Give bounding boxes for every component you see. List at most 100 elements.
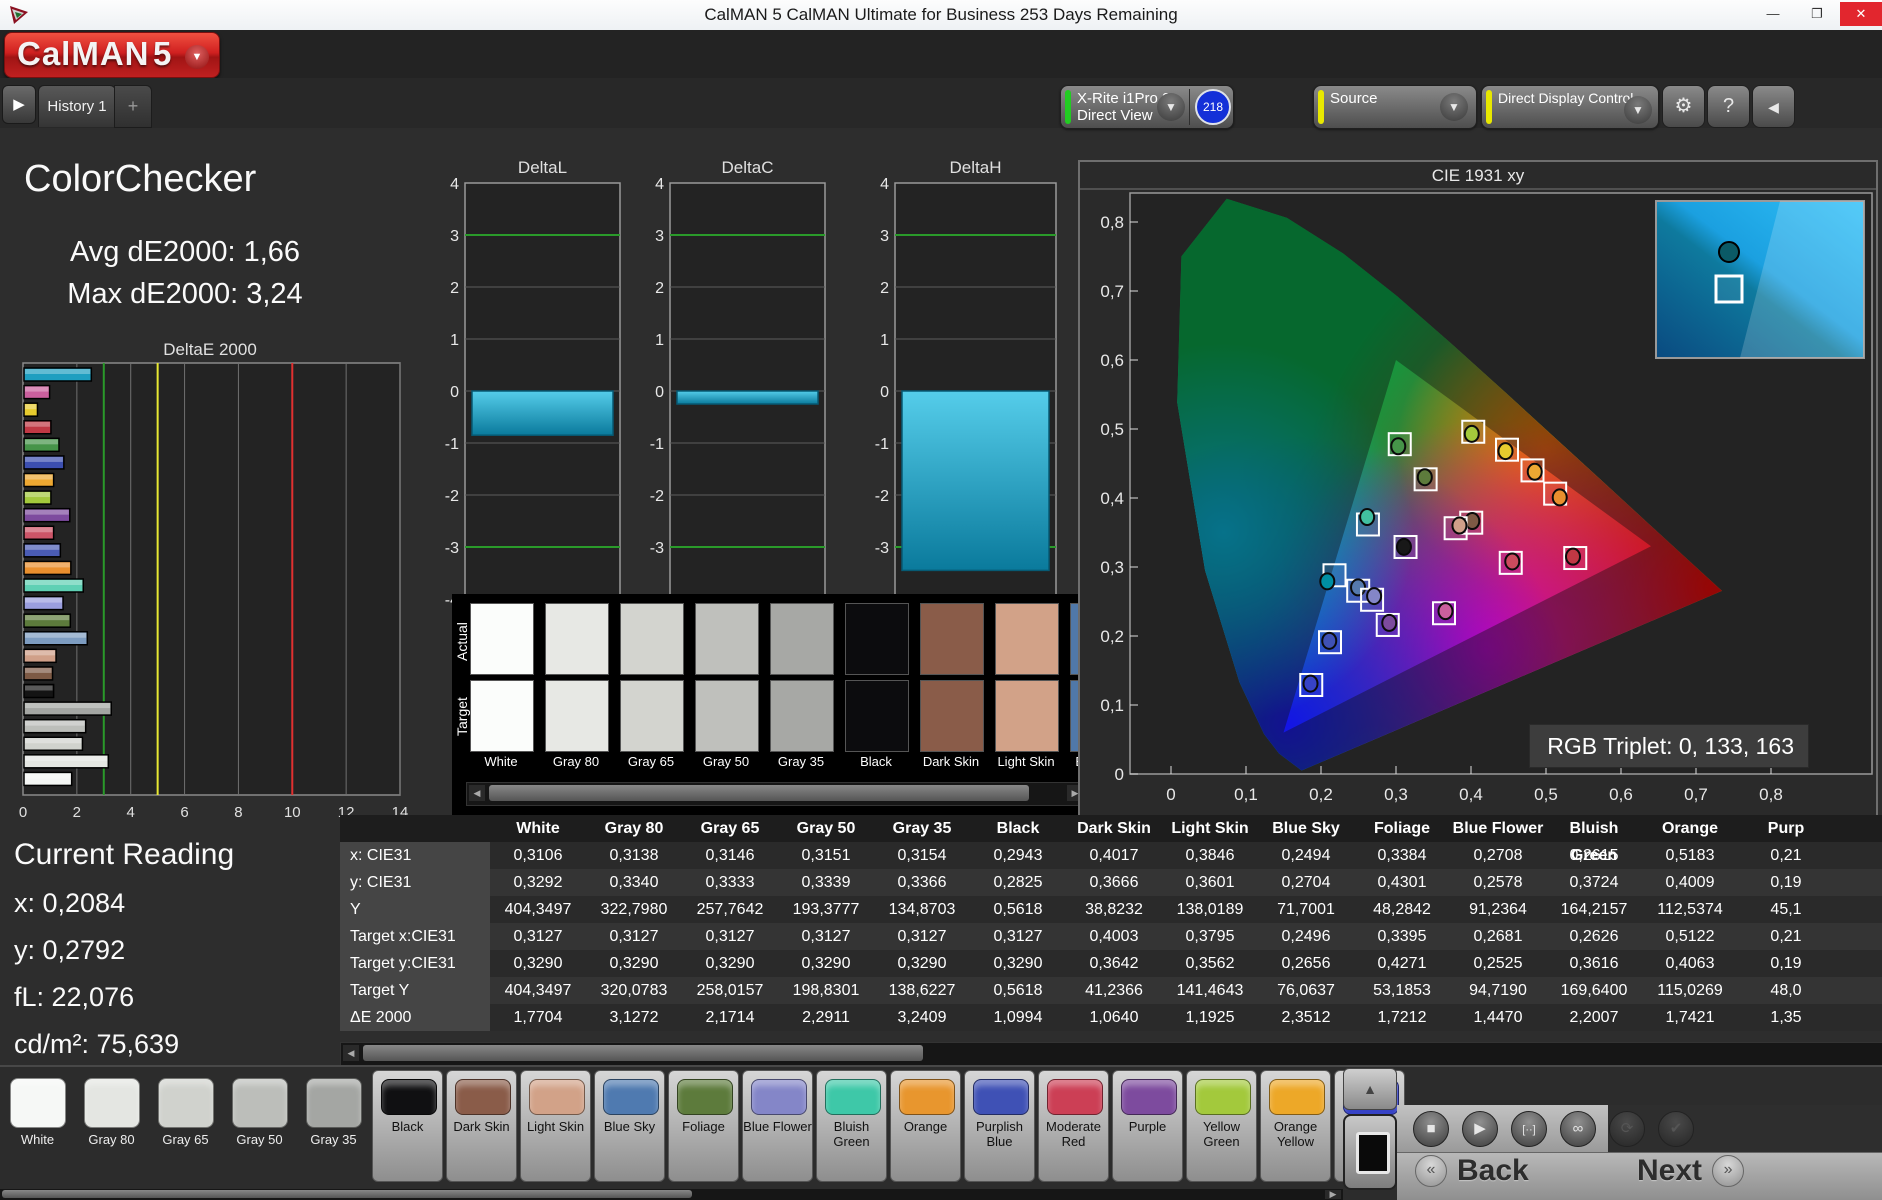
measured-marker-bluish-green	[1360, 509, 1374, 525]
patch-tile-gray-65[interactable]: Gray 65	[150, 1070, 221, 1182]
deltae-bar-chart: 02468101214	[8, 356, 428, 836]
layout-nav-icon[interactable]: ▶	[2, 85, 36, 124]
table-cell: 138,6227	[874, 977, 970, 1004]
y-tick: -1	[445, 436, 459, 453]
y-tick: -3	[875, 540, 889, 557]
row-label-target: Target	[454, 688, 470, 736]
inset-target-marker	[1716, 276, 1742, 302]
patch-tile-purplish-blue[interactable]: Purplish Blue	[964, 1070, 1035, 1182]
patch-color-chip	[455, 1079, 511, 1115]
calman-logo-menu[interactable]: CalMAN 5 ▼	[4, 32, 220, 78]
display-control-dropdown-arrow-icon[interactable]: ▼	[1624, 96, 1652, 124]
y-tick: 0	[655, 384, 664, 401]
swatch-scrollbar-thumb[interactable]	[489, 785, 1029, 801]
meter-dropdown-arrow-icon[interactable]: ▼	[1157, 93, 1185, 121]
stop-square-icon	[1356, 1132, 1390, 1174]
table-cell: 38,8232	[1066, 896, 1162, 923]
scroll-up-button[interactable]: ▲	[1343, 1068, 1397, 1110]
source-dropdown[interactable]: Source ▼	[1313, 85, 1477, 129]
table-scrollbar[interactable]: ◀	[340, 1042, 1882, 1066]
patch-tile-light-skin[interactable]: Light Skin	[520, 1070, 591, 1182]
display-control-dropdown[interactable]: Direct Display Control ▼	[1481, 85, 1659, 129]
stop-button[interactable]: ■	[1413, 1111, 1449, 1147]
patch-tile-orange-yellow[interactable]: Orange Yellow	[1260, 1070, 1331, 1182]
table-scrollbar-thumb[interactable]	[363, 1045, 923, 1061]
play-button[interactable]: ▶	[1462, 1111, 1498, 1147]
meter-dropdown[interactable]: X-Rite i1Pro 2 Direct View ▼ 218	[1060, 85, 1234, 129]
settings-button[interactable]: ⚙	[1662, 85, 1705, 128]
cie-x-tick: 0,7	[1684, 785, 1708, 804]
strip-scroll-right-icon[interactable]: ▶	[1325, 1190, 1341, 1199]
minimize-button[interactable]: —	[1752, 2, 1794, 26]
patch-tile-bluish-green[interactable]: Bluish Green	[816, 1070, 887, 1182]
refresh-button[interactable]: ⟳	[1609, 1111, 1645, 1147]
actual-swatch-white	[470, 603, 534, 675]
table-cell: 193,3777	[778, 896, 874, 923]
table-cell: 0,3616	[1546, 950, 1642, 977]
table-cell: 2,1714	[682, 1004, 778, 1031]
row-label-actual: Actual	[454, 613, 470, 661]
patch-tile-blue-flower[interactable]: Blue Flower	[742, 1070, 813, 1182]
scroll-left-icon[interactable]: ◀	[343, 1045, 359, 1061]
add-tab-button[interactable]: +	[114, 85, 152, 128]
table-cell: 404,3497	[490, 896, 586, 923]
measured-marker-moderate-red	[1505, 553, 1519, 569]
chevron-up-icon: ▲	[1363, 1081, 1377, 1097]
reading-count-badge: 218	[1195, 89, 1231, 125]
table-cell: 322,7980	[586, 896, 682, 923]
patch-tile-label: Purple	[1113, 1119, 1182, 1134]
table-cell: 1,0640	[1066, 1004, 1162, 1031]
patch-tile-moderate-red[interactable]: Moderate Red	[1038, 1070, 1109, 1182]
close-button[interactable]: ✕	[1840, 2, 1882, 26]
table-cell: 0,3724	[1546, 869, 1642, 896]
table-row-target-x-cie31: Target x:CIE310,31270,31270,31270,31270,…	[340, 923, 1882, 950]
logo-dropdown-icon[interactable]: ▼	[185, 45, 209, 69]
table-cell: 48,0	[1738, 977, 1834, 1004]
patch-tile-foliage[interactable]: Foliage	[668, 1070, 739, 1182]
patch-tile-white[interactable]: White	[2, 1070, 73, 1182]
table-cell: 71,7001	[1258, 896, 1354, 923]
row-label: ΔE 2000	[340, 1004, 490, 1031]
restore-button[interactable]: ❐	[1796, 2, 1838, 26]
accept-button[interactable]: ✔	[1658, 1111, 1694, 1147]
y-tick: -1	[650, 436, 664, 453]
strip-scrollbar[interactable]: ▶	[0, 1189, 1343, 1200]
play-icon: ▶	[1474, 1120, 1486, 1137]
source-dropdown-arrow-icon[interactable]: ▼	[1440, 93, 1468, 121]
measured-marker-yellow	[1499, 443, 1513, 459]
table-cell: 0,3642	[1066, 950, 1162, 977]
tab-history-1[interactable]: History 1	[38, 85, 116, 127]
next-button[interactable]: Next»	[1627, 1153, 1744, 1200]
step-button[interactable]: [··]	[1511, 1111, 1547, 1147]
table-cell: 1,7704	[490, 1004, 586, 1031]
table-cell: 0,3340	[586, 869, 682, 896]
patch-tile-blue-sky[interactable]: Blue Sky	[594, 1070, 665, 1182]
patch-tile-yellow-green[interactable]: Yellow Green	[1186, 1070, 1257, 1182]
cie-y-tick: 0,8	[1100, 213, 1124, 232]
actual-swatch-dark-skin	[920, 603, 984, 675]
column-header-black: Black	[970, 815, 1066, 842]
patch-tile-black[interactable]: Black	[372, 1070, 443, 1182]
swatch-scroll-left-icon[interactable]: ◀	[469, 785, 485, 801]
patch-color-chip	[306, 1078, 362, 1128]
patch-tile-gray-35[interactable]: Gray 35	[298, 1070, 369, 1182]
table-cell: 48,2842	[1354, 896, 1450, 923]
patch-tile-gray-80[interactable]: Gray 80	[76, 1070, 147, 1182]
strip-scrollbar-thumb[interactable]	[2, 1190, 692, 1198]
collapse-panel-button[interactable]: ◀	[1752, 85, 1795, 128]
transport-bar: ■ ▶ [··] ∞ ⟳ ✔	[1397, 1105, 1882, 1152]
help-button[interactable]: ?	[1707, 85, 1750, 128]
patch-tile-orange[interactable]: Orange	[890, 1070, 961, 1182]
cie-y-tick: 0,1	[1100, 696, 1124, 715]
table-cell: 0,3339	[778, 869, 874, 896]
loop-button[interactable]: ∞	[1560, 1111, 1596, 1147]
patch-tile-dark-skin[interactable]: Dark Skin	[446, 1070, 517, 1182]
patch-tile-purple[interactable]: Purple	[1112, 1070, 1183, 1182]
y-tick: 0	[450, 384, 459, 401]
column-header-foliage: Foliage	[1354, 815, 1450, 842]
stop-large-button[interactable]	[1343, 1114, 1397, 1190]
back-button[interactable]: «Back	[1415, 1153, 1539, 1200]
patch-tile-gray-50[interactable]: Gray 50	[224, 1070, 295, 1182]
swatch-scrollbar[interactable]: ◀▶	[466, 782, 1086, 806]
row-label: Target Y	[340, 977, 490, 1004]
